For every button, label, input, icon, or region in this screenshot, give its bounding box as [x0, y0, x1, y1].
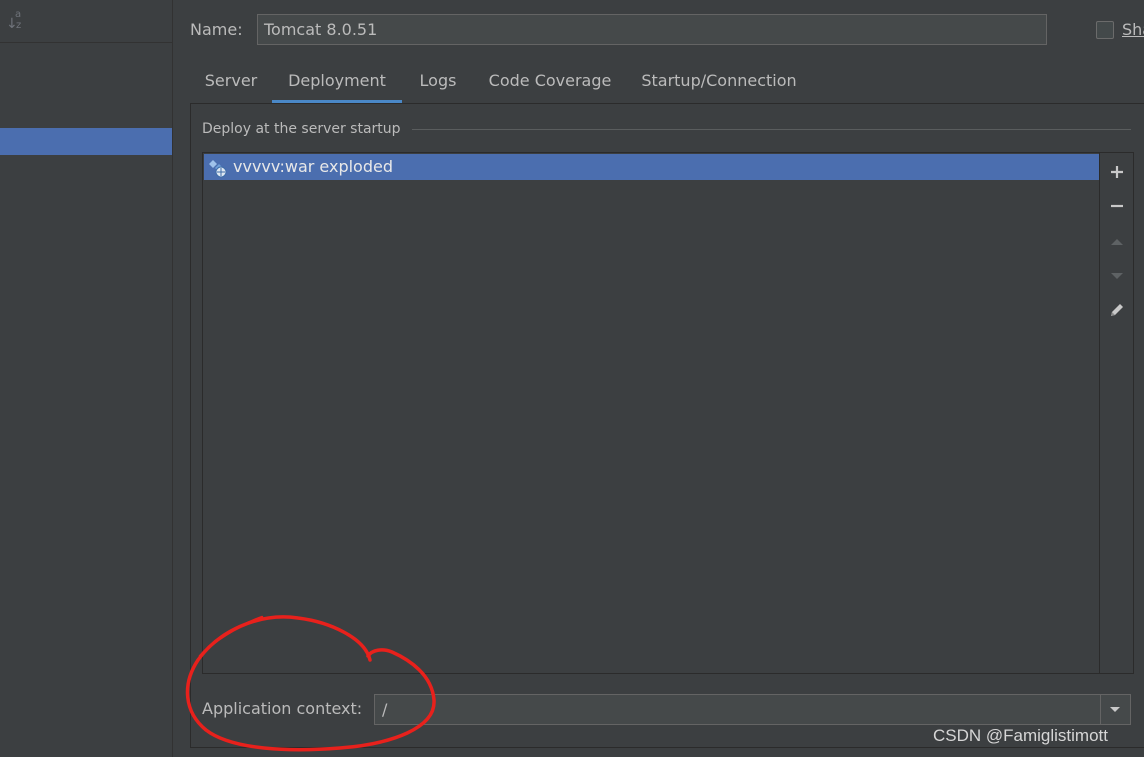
tab-deployment[interactable]: Deployment — [272, 62, 402, 104]
application-context-label: Application context: — [202, 699, 363, 718]
selected-configuration-item[interactable] — [0, 128, 172, 155]
watermark: CSDN @Famiglistimott — [933, 726, 1108, 745]
share-checkbox[interactable] — [1096, 21, 1114, 39]
tree-toolbar: ↓ a z — [0, 0, 172, 43]
name-label: Name: — [190, 20, 243, 39]
tab-logs[interactable]: Logs — [412, 62, 464, 104]
section-divider — [412, 129, 1131, 130]
chevron-down-icon — [1110, 707, 1120, 712]
share-label[interactable]: Sha — [1122, 20, 1144, 39]
name-input[interactable]: Tomcat 8.0.51 — [257, 14, 1047, 45]
tab-startup-connection[interactable]: Startup/Connection — [636, 62, 802, 104]
artifact-war-icon — [208, 158, 228, 178]
tab-code-coverage[interactable]: Code Coverage — [484, 62, 616, 104]
configurations-tree-panel: ↓ a z — [0, 0, 173, 757]
add-icon[interactable] — [1107, 162, 1127, 182]
application-context-combobox[interactable]: / — [374, 694, 1131, 725]
tab-server[interactable]: Server — [196, 62, 266, 104]
remove-icon[interactable] — [1107, 196, 1127, 216]
edit-icon[interactable] — [1107, 300, 1127, 320]
artifact-list-toolbar — [1100, 152, 1134, 674]
list-item[interactable]: vvvvv:war exploded — [204, 154, 1099, 180]
sort-alphabetically-icon[interactable]: ↓ a z — [6, 10, 28, 34]
move-up-icon[interactable] — [1107, 231, 1127, 251]
artifact-label: vvvvv:war exploded — [233, 157, 393, 176]
application-context-value[interactable]: / — [382, 699, 387, 721]
move-down-icon[interactable] — [1107, 265, 1127, 285]
dropdown-button[interactable] — [1100, 695, 1130, 724]
artifact-list[interactable]: vvvvv:war exploded — [202, 152, 1100, 674]
section-title: Deploy at the server startup — [202, 121, 401, 137]
